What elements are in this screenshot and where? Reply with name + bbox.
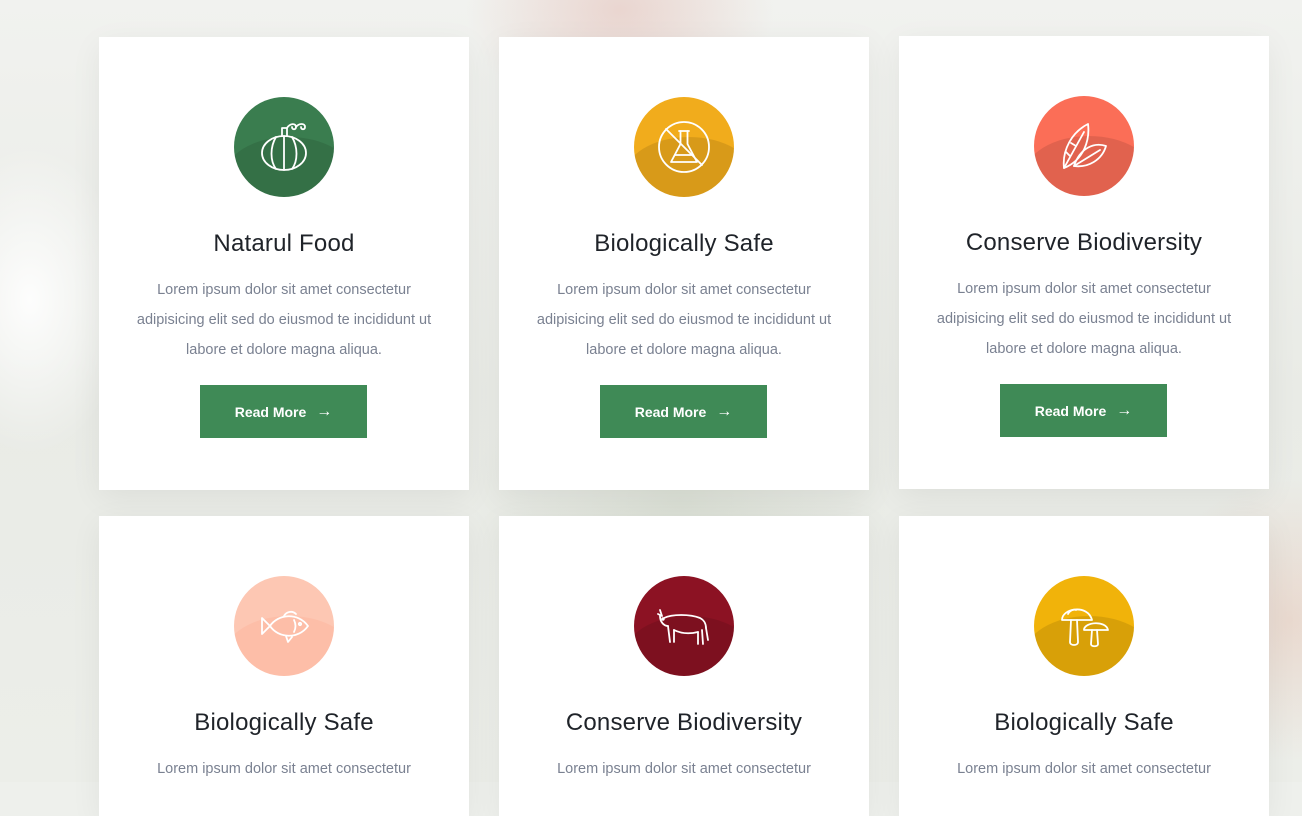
pumpkin-icon [261, 123, 307, 171]
arrow-right-icon: → [1116, 401, 1133, 419]
icon-badge [234, 97, 334, 197]
card-description: Lorem ipsum dolor sit amet consectetur [957, 761, 1211, 777]
feature-card: Conserve Biodiversity Lorem ipsum dolor … [499, 516, 869, 816]
feature-card: Natarul Food Lorem ipsum dolor sit amet … [99, 37, 469, 490]
card-description: Lorem ipsum dolor sit amet consectetur a… [936, 281, 1232, 357]
card-description: Lorem ipsum dolor sit amet consectetur [557, 761, 811, 777]
button-label: Read More [1034, 402, 1107, 419]
card-description: Lorem ipsum dolor sit amet consectetur a… [136, 282, 432, 358]
card-title: Biologically Safe [194, 709, 374, 736]
feature-card: Biologically Safe Lorem ipsum dolor sit … [899, 516, 1269, 816]
icon-badge [1034, 96, 1134, 196]
button-label: Read More [634, 403, 707, 420]
button-label: Read More [234, 403, 307, 420]
feature-card: Biologically Safe Lorem ipsum dolor sit … [99, 516, 469, 816]
fish-icon [261, 610, 309, 643]
icon-badge [634, 97, 734, 197]
feature-card: Conserve Biodiversity Lorem ipsum dolor … [899, 36, 1269, 489]
no-chemicals-icon [658, 121, 710, 173]
card-title: Conserve Biodiversity [965, 229, 1203, 256]
card-description: Lorem ipsum dolor sit amet consectetur [157, 761, 411, 777]
card-title: Conserve Biodiversity [565, 709, 803, 736]
card-title: Biologically Safe [994, 709, 1174, 736]
mushroom-icon [1061, 608, 1109, 648]
icon-badge [634, 576, 734, 676]
icon-badge [234, 576, 334, 676]
card-description: Lorem ipsum dolor sit amet consectetur a… [536, 282, 832, 358]
read-more-button[interactable]: Read More → [600, 385, 767, 438]
read-more-button[interactable]: Read More → [200, 385, 367, 438]
arrow-right-icon: → [316, 402, 333, 420]
cow-icon [657, 609, 709, 645]
read-more-button[interactable]: Read More → [1000, 384, 1167, 437]
card-title: Biologically Safe [594, 230, 774, 257]
arrow-right-icon: → [716, 402, 733, 420]
icon-badge [1034, 576, 1134, 676]
feature-card: Biologically Safe Lorem ipsum dolor sit … [499, 37, 869, 490]
card-title: Natarul Food [213, 230, 355, 257]
leaf-icon [1062, 123, 1107, 169]
